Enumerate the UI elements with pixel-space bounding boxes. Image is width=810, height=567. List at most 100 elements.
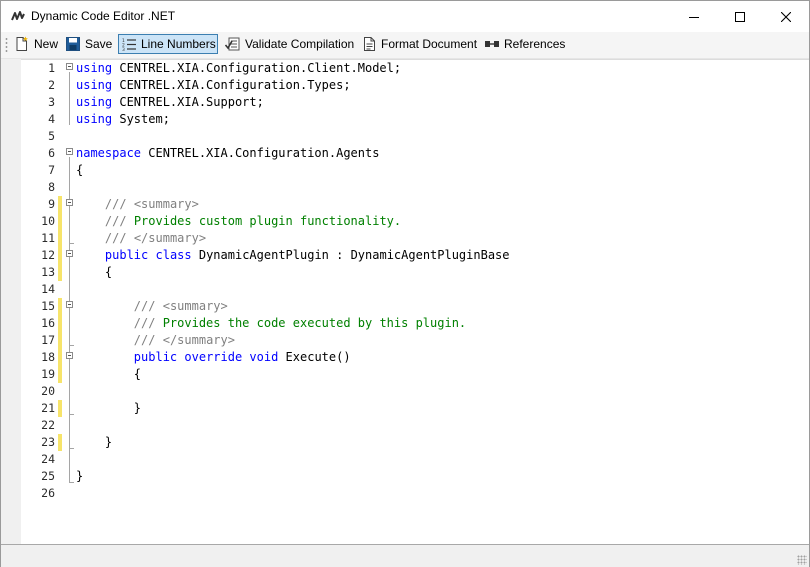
code-token: DynamicAgentPlugin : DynamicAgentPluginB… [191,248,510,262]
code-line[interactable]: 21 } [21,400,809,417]
code-line[interactable]: 11 /// </summary> [21,230,809,247]
code-line[interactable]: 20 [21,383,809,400]
code-text: using CENTREL.XIA.Configuration.Client.M… [76,60,401,77]
code-text: /// Provides the code executed by this p… [76,315,466,332]
references-icon [485,41,499,47]
code-line[interactable]: 1 using CENTREL.XIA.Configuration.Client.… [21,60,809,77]
line-number: 15 [41,299,55,313]
status-strip [1,544,809,567]
validate-compilation-icon [225,37,240,51]
line-number: 22 [41,418,55,432]
code-line[interactable]: 17 /// </summary> [21,332,809,349]
line-number: 8 [48,180,55,194]
code-line[interactable]: 18 public override void Execute() [21,349,809,366]
code-line[interactable]: 6 namespace CENTREL.XIA.Configuration.Age… [21,145,809,162]
code-line[interactable]: 26 [21,485,809,502]
code-line[interactable]: 7{ [21,162,809,179]
code-line[interactable]: 22 [21,417,809,434]
code-token: { [76,265,113,279]
references-button[interactable]: References [481,34,568,54]
collapse-icon[interactable] [66,148,73,155]
code-line[interactable]: 5 [21,128,809,145]
code-line[interactable]: 24 [21,451,809,468]
validate-compilation-button[interactable]: Validate Compilation [222,34,357,54]
code-line[interactable]: 10 /// Provides custom plugin functional… [21,213,809,230]
code-token: <summary> [133,197,199,211]
collapse-icon[interactable] [66,63,73,70]
code-line[interactable]: 8 [21,179,809,196]
line-number: 7 [48,163,55,177]
maximize-icon [735,11,745,22]
line-number: 21 [41,401,55,415]
code-text: /// Provides custom plugin functionality… [76,213,401,230]
code-token: class [155,248,192,262]
line-number: 3 [48,95,55,109]
code-line[interactable]: 15 /// <summary> [21,298,809,315]
code-text: namespace CENTREL.XIA.Configuration.Agen… [76,145,379,162]
code-token: Provides custom plugin functionality. [126,214,402,228]
code-token: override [184,350,243,364]
references-label: References [504,37,566,51]
code-line[interactable]: 3 using CENTREL.XIA.Support; [21,94,809,111]
code-token: /// [133,333,156,347]
code-text: using CENTREL.XIA.Support; [76,94,264,111]
line-number: 13 [41,265,55,279]
code-line[interactable]: 23 } [21,434,809,451]
code-token: { [76,367,142,381]
new-button[interactable]: New [11,34,61,54]
line-number: 24 [41,452,55,466]
code-text: public override void Execute() [76,349,351,366]
minimize-button[interactable] [671,1,717,32]
collapse-icon[interactable] [66,250,73,257]
code-line[interactable]: 9 /// <summary> [21,196,809,213]
code-line[interactable]: 14 [21,281,809,298]
line-number: 25 [41,469,55,483]
close-button[interactable] [763,1,809,32]
code-token: /// [133,299,156,313]
title-bar[interactable]: Dynamic Code Editor .NET [1,1,809,32]
code-line[interactable]: 4 using System; [21,111,809,128]
line-numbers-toggle[interactable]: 1 2 3 Line Numbers [118,34,218,54]
code-line[interactable]: 19 { [21,366,809,383]
code-line[interactable]: 12 public class DynamicAgentPlugin : Dyn… [21,247,809,264]
collapse-icon[interactable] [66,352,73,359]
code-token: CENTREL.XIA.Configuration.Client.Model; [112,61,402,75]
window-title: Dynamic Code Editor .NET [31,9,176,23]
collapse-icon[interactable] [66,199,73,206]
line-number: 4 [48,112,55,126]
code-text: public class DynamicAgentPlugin : Dynami… [76,247,510,264]
new-button-label: New [34,37,59,51]
code-line[interactable]: 2 using CENTREL.XIA.Configuration.Types; [21,77,809,94]
line-number: 6 [48,146,55,160]
save-button[interactable]: Save [62,34,115,54]
code-text: /// </summary> [76,230,206,247]
code-editor[interactable]: 1 using CENTREL.XIA.Configuration.Client.… [21,59,809,545]
code-line[interactable]: 25} [21,468,809,485]
code-token: System; [112,112,170,126]
code-token: Provides the code executed by this plugi… [155,316,467,330]
line-number: 1 [48,61,55,75]
code-token: CENTREL.XIA.Configuration.Types; [112,78,351,92]
collapse-icon[interactable] [66,301,73,308]
code-token: using [76,112,113,126]
code-token: </summary> [162,333,235,347]
maximize-button[interactable] [717,1,763,32]
line-number: 19 [41,367,55,381]
code-line[interactable]: 13 { [21,264,809,281]
code-text: using CENTREL.XIA.Configuration.Types; [76,77,351,94]
code-token: } [76,401,142,415]
resize-grip[interactable] [797,555,807,565]
code-token: Execute() [278,350,351,364]
format-document-button[interactable]: Format Document [359,34,480,54]
code-text: /// </summary> [76,332,235,349]
code-token: using [76,78,113,92]
toolbar-grip[interactable] [5,37,8,53]
code-line[interactable]: 16 /// Provides the code executed by thi… [21,315,809,332]
